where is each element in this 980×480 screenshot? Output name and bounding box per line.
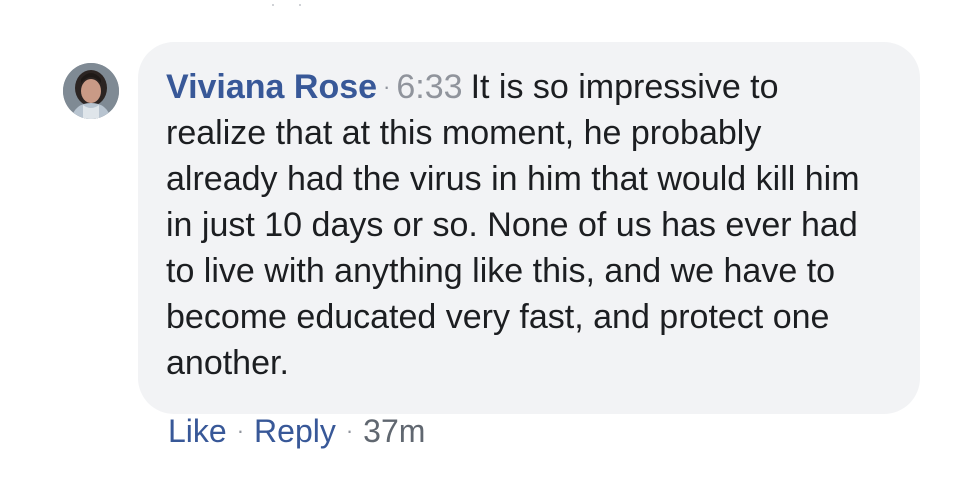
comment-body: Viviana Rose · 6:33 It is so impressive to … [166, 64, 878, 386]
commenter-avatar[interactable] [63, 63, 119, 119]
user-avatar-icon [63, 63, 119, 119]
reply-button[interactable]: Reply [254, 413, 336, 449]
author-separator: · [383, 74, 391, 99]
like-button[interactable]: Like [168, 413, 227, 449]
action-separator: · [236, 418, 245, 443]
previous-comment-fragment: · · [270, 0, 311, 14]
comment-actions: Like · Reply · 37m [168, 408, 425, 454]
comment-age[interactable]: 37m [363, 413, 425, 449]
action-separator: · [345, 418, 354, 443]
comment-bubble: Viviana Rose · 6:33 It is so impressive to … [138, 42, 920, 414]
comment-text: It is so impressive to realize that at t… [166, 68, 860, 382]
comment-author-link[interactable]: Viviana Rose [166, 68, 377, 106]
comment-timestamp[interactable]: 6:33 [396, 68, 462, 106]
